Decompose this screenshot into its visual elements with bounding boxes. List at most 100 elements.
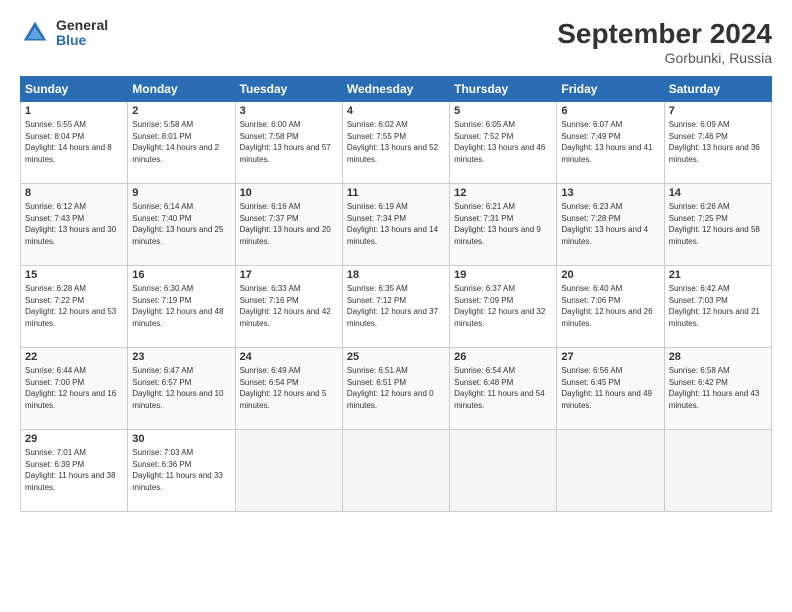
day-info: Sunrise: 6:09 AMSunset: 7:46 PMDaylight:… [669,119,767,165]
day-info: Sunrise: 6:58 AMSunset: 6:42 PMDaylight:… [669,365,767,411]
day-info: Sunrise: 6:37 AMSunset: 7:09 PMDaylight:… [454,283,552,329]
calendar-cell: 30 Sunrise: 7:03 AMSunset: 6:36 PMDaylig… [128,430,235,512]
logo-blue: Blue [56,33,108,48]
day-info: Sunrise: 6:14 AMSunset: 7:40 PMDaylight:… [132,201,230,247]
logo-general: General [56,18,108,33]
calendar-cell: 28 Sunrise: 6:58 AMSunset: 6:42 PMDaylig… [664,348,771,430]
calendar-week-2: 8 Sunrise: 6:12 AMSunset: 7:43 PMDayligh… [21,184,772,266]
day-number: 13 [561,187,659,199]
day-number: 26 [454,351,552,363]
calendar-cell [664,430,771,512]
day-info: Sunrise: 6:23 AMSunset: 7:28 PMDaylight:… [561,201,659,247]
day-info: Sunrise: 6:00 AMSunset: 7:58 PMDaylight:… [240,119,338,165]
calendar-week-3: 15 Sunrise: 6:28 AMSunset: 7:22 PMDaylig… [21,266,772,348]
col-friday: Friday [557,77,664,102]
day-number: 24 [240,351,338,363]
header-row: Sunday Monday Tuesday Wednesday Thursday… [21,77,772,102]
calendar-cell: 16 Sunrise: 6:30 AMSunset: 7:19 PMDaylig… [128,266,235,348]
day-number: 14 [669,187,767,199]
day-number: 3 [240,105,338,117]
calendar-cell: 20 Sunrise: 6:40 AMSunset: 7:06 PMDaylig… [557,266,664,348]
calendar-cell: 6 Sunrise: 6:07 AMSunset: 7:49 PMDayligh… [557,102,664,184]
day-info: Sunrise: 6:05 AMSunset: 7:52 PMDaylight:… [454,119,552,165]
calendar-cell: 19 Sunrise: 6:37 AMSunset: 7:09 PMDaylig… [450,266,557,348]
day-info: Sunrise: 6:42 AMSunset: 7:03 PMDaylight:… [669,283,767,329]
day-number: 6 [561,105,659,117]
calendar-cell: 24 Sunrise: 6:49 AMSunset: 6:54 PMDaylig… [235,348,342,430]
calendar-cell: 10 Sunrise: 6:16 AMSunset: 7:37 PMDaylig… [235,184,342,266]
calendar-cell: 17 Sunrise: 6:33 AMSunset: 7:16 PMDaylig… [235,266,342,348]
calendar-cell: 7 Sunrise: 6:09 AMSunset: 7:46 PMDayligh… [664,102,771,184]
day-info: Sunrise: 6:02 AMSunset: 7:55 PMDaylight:… [347,119,445,165]
calendar-cell [557,430,664,512]
day-info: Sunrise: 6:21 AMSunset: 7:31 PMDaylight:… [454,201,552,247]
day-number: 20 [561,269,659,281]
title-area: September 2024 Gorbunki, Russia [557,18,772,66]
day-number: 9 [132,187,230,199]
day-info: Sunrise: 5:55 AMSunset: 8:04 PMDaylight:… [25,119,123,165]
day-number: 4 [347,105,445,117]
col-monday: Monday [128,77,235,102]
calendar-week-1: 1 Sunrise: 5:55 AMSunset: 8:04 PMDayligh… [21,102,772,184]
day-info: Sunrise: 6:47 AMSunset: 6:57 PMDaylight:… [132,365,230,411]
day-number: 23 [132,351,230,363]
day-info: Sunrise: 6:44 AMSunset: 7:00 PMDaylight:… [25,365,123,411]
day-info: Sunrise: 6:30 AMSunset: 7:19 PMDaylight:… [132,283,230,329]
calendar-cell: 25 Sunrise: 6:51 AMSunset: 6:51 PMDaylig… [342,348,449,430]
calendar-week-4: 22 Sunrise: 6:44 AMSunset: 7:00 PMDaylig… [21,348,772,430]
calendar-cell: 18 Sunrise: 6:35 AMSunset: 7:12 PMDaylig… [342,266,449,348]
location: Gorbunki, Russia [557,50,772,66]
day-number: 16 [132,269,230,281]
day-number: 7 [669,105,767,117]
calendar-cell: 13 Sunrise: 6:23 AMSunset: 7:28 PMDaylig… [557,184,664,266]
calendar-cell: 26 Sunrise: 6:54 AMSunset: 6:48 PMDaylig… [450,348,557,430]
logo-icon [20,18,50,48]
logo-text: General Blue [56,18,108,49]
calendar-cell: 12 Sunrise: 6:21 AMSunset: 7:31 PMDaylig… [450,184,557,266]
page: General Blue September 2024 Gorbunki, Ru… [0,0,792,612]
day-info: Sunrise: 7:03 AMSunset: 6:36 PMDaylight:… [132,447,230,493]
day-info: Sunrise: 7:01 AMSunset: 6:39 PMDaylight:… [25,447,123,493]
day-number: 19 [454,269,552,281]
col-thursday: Thursday [450,77,557,102]
calendar-cell [235,430,342,512]
calendar-cell: 9 Sunrise: 6:14 AMSunset: 7:40 PMDayligh… [128,184,235,266]
day-info: Sunrise: 6:54 AMSunset: 6:48 PMDaylight:… [454,365,552,411]
col-saturday: Saturday [664,77,771,102]
calendar-cell: 3 Sunrise: 6:00 AMSunset: 7:58 PMDayligh… [235,102,342,184]
day-info: Sunrise: 6:35 AMSunset: 7:12 PMDaylight:… [347,283,445,329]
day-info: Sunrise: 6:28 AMSunset: 7:22 PMDaylight:… [25,283,123,329]
header: General Blue September 2024 Gorbunki, Ru… [20,18,772,66]
day-info: Sunrise: 6:40 AMSunset: 7:06 PMDaylight:… [561,283,659,329]
day-number: 22 [25,351,123,363]
logo: General Blue [20,18,108,49]
day-number: 18 [347,269,445,281]
day-number: 30 [132,433,230,445]
calendar-cell: 27 Sunrise: 6:56 AMSunset: 6:45 PMDaylig… [557,348,664,430]
day-number: 21 [669,269,767,281]
day-number: 2 [132,105,230,117]
calendar-week-5: 29 Sunrise: 7:01 AMSunset: 6:39 PMDaylig… [21,430,772,512]
month-title: September 2024 [557,18,772,50]
col-wednesday: Wednesday [342,77,449,102]
calendar-cell: 29 Sunrise: 7:01 AMSunset: 6:39 PMDaylig… [21,430,128,512]
calendar-cell: 11 Sunrise: 6:19 AMSunset: 7:34 PMDaylig… [342,184,449,266]
day-info: Sunrise: 6:56 AMSunset: 6:45 PMDaylight:… [561,365,659,411]
calendar-cell: 8 Sunrise: 6:12 AMSunset: 7:43 PMDayligh… [21,184,128,266]
day-info: Sunrise: 6:07 AMSunset: 7:49 PMDaylight:… [561,119,659,165]
calendar-cell: 21 Sunrise: 6:42 AMSunset: 7:03 PMDaylig… [664,266,771,348]
day-number: 10 [240,187,338,199]
calendar-cell [342,430,449,512]
day-info: Sunrise: 6:12 AMSunset: 7:43 PMDaylight:… [25,201,123,247]
day-info: Sunrise: 6:33 AMSunset: 7:16 PMDaylight:… [240,283,338,329]
calendar-cell [450,430,557,512]
day-number: 17 [240,269,338,281]
day-number: 8 [25,187,123,199]
day-number: 1 [25,105,123,117]
day-info: Sunrise: 6:16 AMSunset: 7:37 PMDaylight:… [240,201,338,247]
day-number: 12 [454,187,552,199]
calendar-cell: 14 Sunrise: 6:26 AMSunset: 7:25 PMDaylig… [664,184,771,266]
calendar-table: Sunday Monday Tuesday Wednesday Thursday… [20,76,772,512]
day-info: Sunrise: 6:51 AMSunset: 6:51 PMDaylight:… [347,365,445,411]
col-sunday: Sunday [21,77,128,102]
